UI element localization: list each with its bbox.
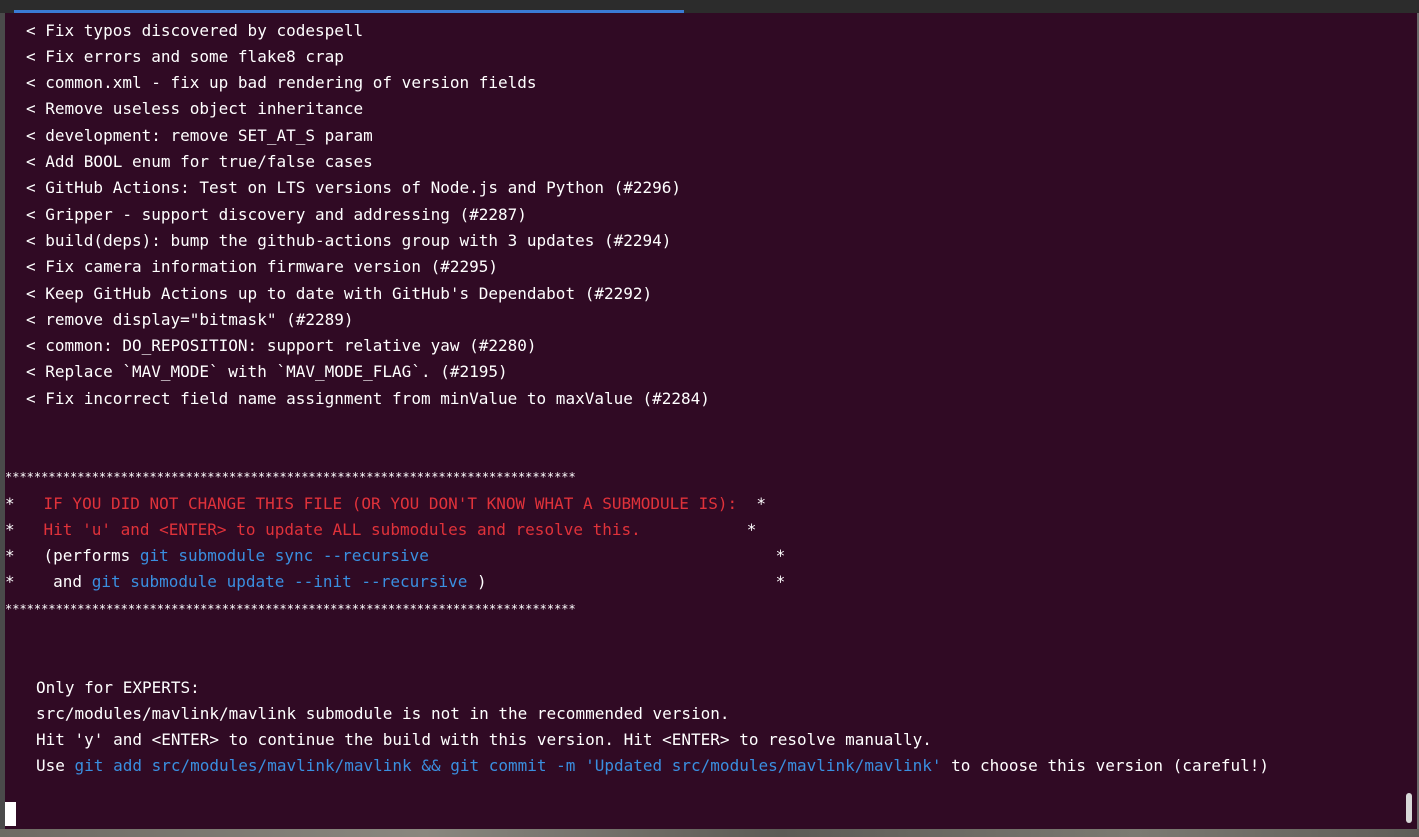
log-line: < Fix camera information firmware versio… bbox=[26, 257, 499, 276]
git-command: git submodule sync --recursive bbox=[139, 546, 429, 565]
banner-line-1: * IF YOU DID NOT CHANGE THIS FILE (OR YO… bbox=[5, 494, 766, 514]
log-line: < Replace `MAV_MODE` with `MAV_MODE_FLAG… bbox=[26, 362, 508, 381]
banner-prefix: * bbox=[5, 494, 44, 513]
log-line: < Gripper - support discovery and addres… bbox=[26, 205, 527, 224]
experts-line-3: Use git add src/modules/mavlink/mavlink … bbox=[36, 756, 1269, 776]
log-line: < common.xml - fix up bad rendering of v… bbox=[26, 73, 537, 92]
banner-line-2: * Hit 'u' and <ENTER> to update ALL subm… bbox=[5, 520, 756, 540]
banner-suffix: * bbox=[428, 546, 786, 565]
log-line: < common: DO_REPOSITION: support relativ… bbox=[26, 336, 537, 355]
banner-prefix: * and bbox=[5, 572, 92, 591]
terminal-window: < Fix typos discovered by codespell < Fi… bbox=[0, 0, 1419, 837]
experts-prefix: Use bbox=[36, 756, 75, 775]
experts-heading: Only for EXPERTS: bbox=[36, 678, 200, 697]
log-line: < Keep GitHub Actions up to date with Gi… bbox=[26, 284, 653, 303]
banner-line-4: * and git submodule update --init --recu… bbox=[5, 572, 785, 592]
log-line: < Fix typos discovered by codespell bbox=[26, 21, 364, 40]
banner-border-top: ****************************************… bbox=[5, 470, 576, 484]
banner-border-bottom: ****************************************… bbox=[5, 602, 576, 616]
scrollbar-thumb[interactable] bbox=[1406, 793, 1412, 823]
log-line: < Add BOOL enum for true/false cases bbox=[26, 152, 373, 171]
tab-bar bbox=[0, 0, 1419, 13]
log-line: < development: remove SET_AT_S param bbox=[26, 126, 373, 145]
git-command: git add src/modules/mavlink/mavlink && g… bbox=[74, 756, 942, 775]
banner-prefix: * (performs bbox=[5, 546, 140, 565]
git-command: git submodule update --init --recursive bbox=[91, 572, 468, 591]
log-line: < Remove useless object inheritance bbox=[26, 99, 364, 118]
banner-suffix: * bbox=[737, 494, 766, 513]
experts-line-1: src/modules/mavlink/mavlink submodule is… bbox=[36, 704, 730, 723]
warning-instruction: Hit 'u' and <ENTER> to update ALL submod… bbox=[43, 520, 641, 539]
log-line: < GitHub Actions: Test on LTS versions o… bbox=[26, 178, 682, 197]
banner-suffix: * bbox=[640, 520, 757, 539]
experts-suffix: to choose this version (careful!) bbox=[941, 756, 1269, 775]
banner-prefix: * bbox=[5, 520, 44, 539]
log-line: < build(deps): bump the github-actions g… bbox=[26, 231, 672, 250]
log-line: < remove display="bitmask" (#2289) bbox=[26, 310, 354, 329]
banner-suffix: ) * bbox=[467, 572, 786, 591]
text-cursor bbox=[5, 802, 16, 826]
experts-line-2: Hit 'y' and <ENTER> to continue the buil… bbox=[36, 730, 932, 749]
log-line: < Fix incorrect field name assignment fr… bbox=[26, 389, 710, 408]
desktop-background-strip bbox=[0, 829, 1419, 837]
banner-line-3: * (performs git submodule sync --recursi… bbox=[5, 546, 785, 566]
log-line: < Fix errors and some flake8 crap bbox=[26, 47, 344, 66]
terminal-output[interactable]: < Fix typos discovered by codespell < Fi… bbox=[5, 13, 1417, 829]
warning-text: IF YOU DID NOT CHANGE THIS FILE (OR YOU … bbox=[43, 494, 738, 513]
